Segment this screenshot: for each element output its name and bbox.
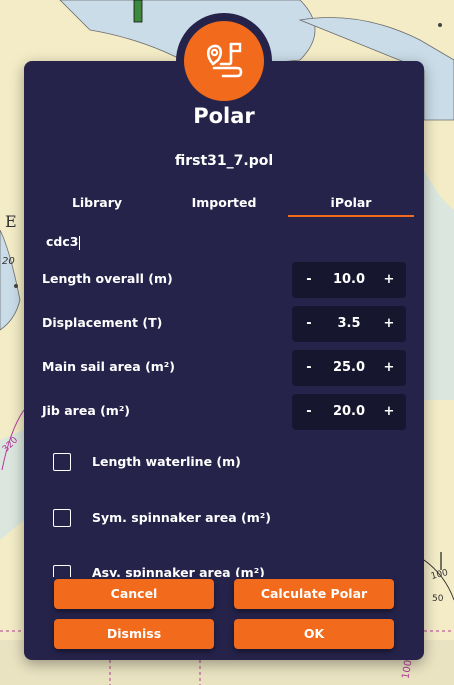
displacement-label: Displacement (T): [42, 315, 163, 330]
length-overall-decrement-button[interactable]: -: [294, 262, 324, 298]
dismiss-button[interactable]: Dismiss: [54, 619, 214, 649]
jib-area-stepper: - 20.0 +: [292, 394, 406, 430]
length-overall-stepper: - 10.0 +: [292, 262, 406, 298]
cancel-button[interactable]: Cancel: [54, 579, 214, 609]
sym-spinnaker-checkbox[interactable]: [53, 509, 71, 527]
main-sail-area-label: Main sail area (m²): [42, 359, 175, 374]
jib-area-increment-button[interactable]: +: [374, 394, 404, 430]
length-overall-label: Length overall (m): [42, 271, 173, 286]
length-waterline-checkbox[interactable]: [53, 453, 71, 471]
tab-imported[interactable]: Imported: [161, 195, 287, 215]
main-sail-area-stepper: - 25.0 +: [292, 350, 406, 386]
boat-name-value: cdc3: [46, 234, 79, 249]
displacement-increment-button[interactable]: +: [374, 306, 404, 342]
displacement-value[interactable]: 3.5: [326, 306, 372, 342]
jib-area-value[interactable]: 20.0: [326, 394, 372, 430]
jib-area-decrement-button[interactable]: -: [294, 394, 324, 430]
map-depth-label: 20: [2, 256, 15, 267]
main-sail-area-decrement-button[interactable]: -: [294, 350, 324, 386]
calculate-polar-button[interactable]: Calculate Polar: [234, 579, 394, 609]
length-overall-value[interactable]: 10.0: [326, 262, 372, 298]
tab-ipolar[interactable]: iPolar: [288, 195, 414, 217]
displacement-stepper: - 3.5 +: [292, 306, 406, 342]
route-pin-icon: [184, 21, 264, 101]
main-sail-area-increment-button[interactable]: +: [374, 350, 404, 386]
displacement-decrement-button[interactable]: -: [294, 306, 324, 342]
polar-filename: first31_7.pol: [174, 153, 274, 169]
dialog-title: Polar: [193, 104, 255, 128]
tab-library[interactable]: Library: [34, 195, 160, 215]
text-cursor: [79, 235, 81, 250]
boat-name-input[interactable]: cdc3: [46, 234, 81, 250]
map-scale-label-50: 50: [432, 594, 444, 604]
sym-spinnaker-label: Sym. spinnaker area (m²): [92, 510, 271, 525]
map-letter-label: E: [5, 212, 17, 231]
ok-button[interactable]: OK: [234, 619, 394, 649]
length-overall-increment-button[interactable]: +: [374, 262, 404, 298]
length-waterline-label: Length waterline (m): [92, 454, 241, 469]
main-sail-area-value[interactable]: 25.0: [326, 350, 372, 386]
asy-spinnaker-checkbox[interactable]: [53, 565, 71, 577]
asy-spinnaker-label: Asy. spinnaker area (m²): [92, 565, 265, 577]
scroll-overflow-region: Asy. spinnaker area (m²): [24, 555, 424, 577]
jib-area-label: Jib area (m²): [42, 403, 131, 418]
